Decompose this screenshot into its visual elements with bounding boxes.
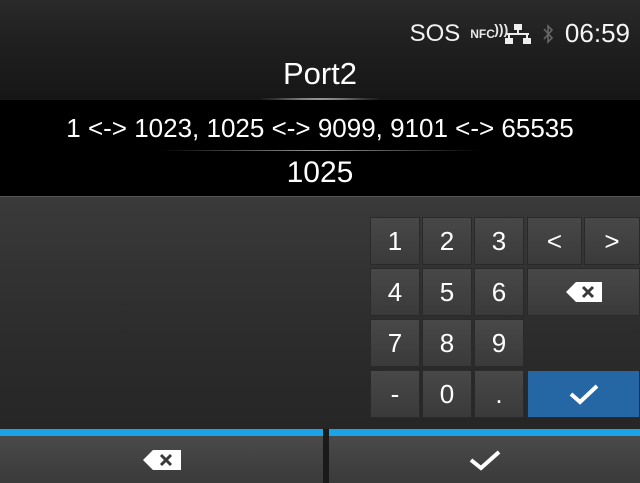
key-8[interactable]: 8 — [422, 319, 472, 367]
key-5[interactable]: 5 — [422, 268, 472, 316]
sos-indicator: SOS — [409, 19, 461, 47]
footer-bar — [0, 429, 640, 483]
key-0[interactable]: 0 — [422, 370, 472, 418]
key-4[interactable]: 4 — [370, 268, 420, 316]
header: SOS NFC))) 06:59 Port2 — [0, 0, 640, 100]
cursor-left-key[interactable]: < — [527, 217, 582, 265]
backspace-icon — [565, 282, 602, 302]
key-3[interactable]: 3 — [474, 217, 524, 265]
cancel-button[interactable] — [0, 429, 323, 483]
title-underline — [260, 98, 380, 100]
nfc-icon: NFC))) — [470, 20, 509, 41]
value-field[interactable]: 1025 — [0, 150, 640, 196]
key-6[interactable]: 6 — [474, 268, 524, 316]
checkmark-icon — [569, 384, 598, 405]
key-dot[interactable]: . — [474, 370, 524, 418]
confirm-key[interactable] — [527, 370, 640, 418]
status-bar: SOS NFC))) 06:59 — [410, 18, 630, 49]
backspace-key[interactable] — [527, 268, 640, 316]
bluetooth-icon — [543, 23, 554, 44]
backspace-icon — [142, 449, 181, 470]
clock: 06:59 — [564, 18, 630, 48]
key-1[interactable]: 1 — [370, 217, 420, 265]
key-9[interactable]: 9 — [474, 319, 524, 367]
value-text: 1025 — [286, 156, 354, 189]
page-title: Port2 — [282, 56, 358, 91]
key-7[interactable]: 7 — [370, 319, 420, 367]
key-minus[interactable]: - — [370, 370, 420, 418]
key-2[interactable]: 2 — [422, 217, 472, 265]
keypad-area: 1 2 3 < > 4 5 6 7 8 9 - 0 . — [0, 196, 640, 430]
network-icon — [504, 23, 531, 44]
ok-button[interactable] — [329, 429, 640, 483]
checkmark-icon — [469, 450, 500, 471]
screen: SOS NFC))) 06:59 Port2 1 <-> 1023, 1025 … — [0, 0, 640, 483]
cursor-right-key[interactable]: > — [584, 217, 640, 265]
valid-range-text: 1 <-> 1023, 1025 <-> 9099, 9101 <-> 6553… — [0, 106, 640, 150]
